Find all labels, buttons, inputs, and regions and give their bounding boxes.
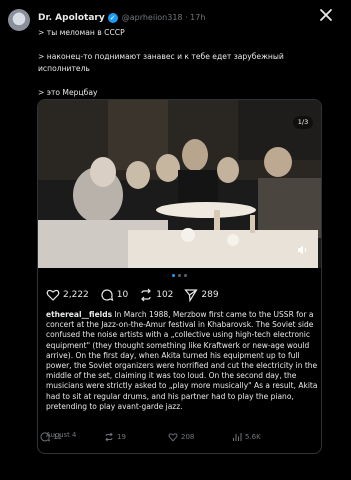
retweet-count: 19 xyxy=(117,433,126,441)
carousel-dot[interactable] xyxy=(172,274,175,277)
reply-icon xyxy=(40,432,50,442)
post-action-bar: 11 19 208 5.6K xyxy=(40,432,292,442)
handle-and-time[interactable]: @aprheiion318 · 17h xyxy=(122,13,206,22)
caption-username[interactable]: ethereal__fields xyxy=(46,310,112,319)
retweet-button[interactable]: 19 xyxy=(104,432,168,442)
repost-icon xyxy=(141,288,152,302)
close-icon[interactable] xyxy=(319,8,333,22)
verified-badge-icon: ✓ xyxy=(107,12,118,23)
send-icon xyxy=(184,289,198,302)
caption-text: In March 1988, Merzbow first came to the… xyxy=(46,310,318,411)
card-actions: 2,222 10 102 289 xyxy=(46,287,230,303)
reply-button[interactable]: 11 xyxy=(40,432,104,442)
comment-count: 10 xyxy=(116,290,129,300)
speaker-icon[interactable] xyxy=(297,244,309,256)
heart-icon xyxy=(168,433,178,442)
avatar[interactable] xyxy=(8,9,30,31)
view-count: 5.6K xyxy=(245,433,261,441)
heart-icon xyxy=(46,289,60,301)
post-line-2: > наконец-то поднимают занавес и к тебе … xyxy=(38,52,284,73)
post-header: Dr. Apolotary ✓ @aprheiion318 · 17h xyxy=(38,10,205,25)
embedded-instagram-card[interactable]: 1/3 2,222 10 102 289 ethereal__fields In… xyxy=(37,99,322,454)
views-icon xyxy=(233,433,242,441)
carousel-dot[interactable] xyxy=(184,274,187,277)
comment-icon xyxy=(101,289,114,302)
carousel-counter: 1/3 xyxy=(293,116,313,129)
author-name[interactable]: Dr. Apolotary xyxy=(38,13,105,23)
card-caption: ethereal__fields In March 1988, Merzbow … xyxy=(46,310,318,412)
carousel-dot[interactable] xyxy=(178,274,181,277)
post-photo[interactable] xyxy=(38,100,321,268)
like-count: 2,222 xyxy=(63,290,89,300)
post-line-3: > это Мерцбау xyxy=(38,88,98,97)
views-button[interactable]: 5.6K xyxy=(232,432,292,442)
repost-button[interactable]: 102 xyxy=(139,288,173,302)
share-button[interactable]: 289 xyxy=(184,288,219,302)
repost-count: 102 xyxy=(156,290,174,300)
like-button[interactable]: 2,222 xyxy=(46,288,89,302)
post-like-count: 208 xyxy=(181,433,195,441)
comment-button[interactable]: 10 xyxy=(100,288,128,302)
reply-count: 11 xyxy=(53,433,62,441)
post-line-1: > ты меломан в СССР xyxy=(38,28,125,37)
retweet-icon xyxy=(105,432,113,442)
carousel-dots xyxy=(172,274,187,277)
share-count: 289 xyxy=(201,290,219,300)
post-text: > ты меломан в СССР > наконец-то поднима… xyxy=(38,27,338,99)
like-post-button[interactable]: 208 xyxy=(168,432,232,442)
